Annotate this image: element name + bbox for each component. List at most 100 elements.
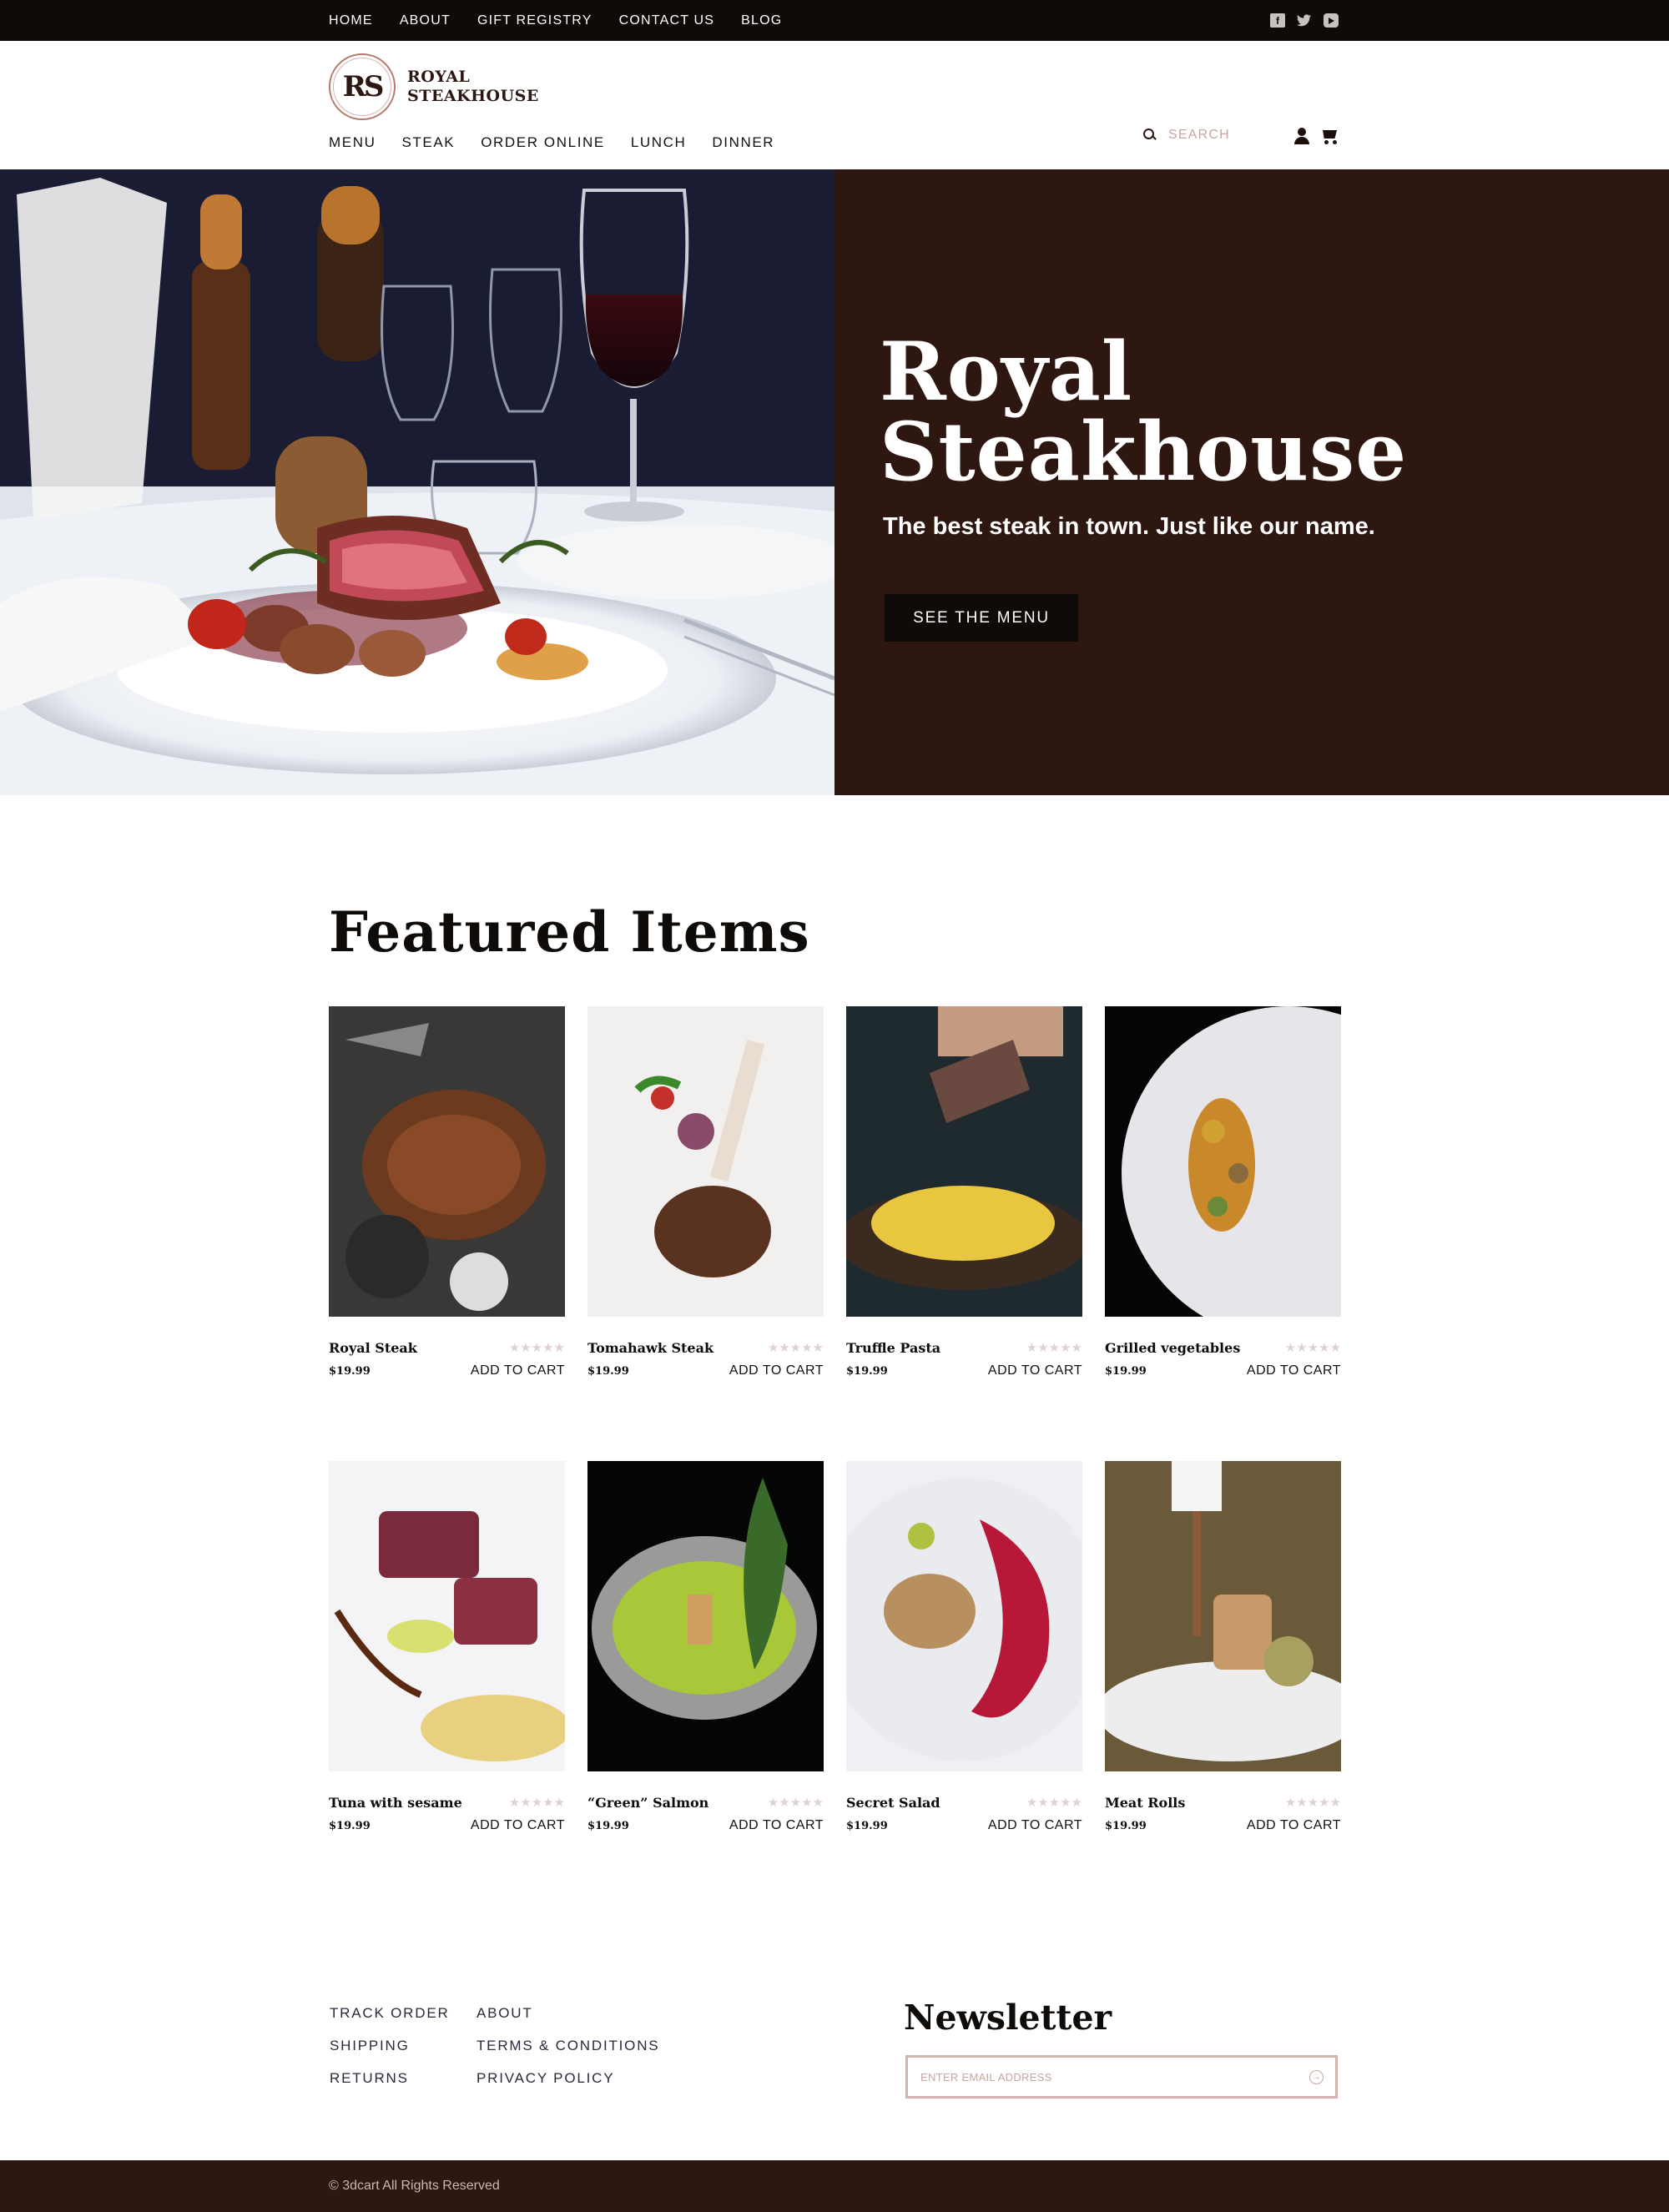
utility-link-about[interactable]: ABOUT (400, 13, 451, 28)
footer-link-privacy[interactable]: PRIVACY POLICY (476, 2070, 659, 2103)
social-links: f (1270, 0, 1339, 41)
footer-bottom-bar: © 3dcart All Rights Reserved (0, 2160, 1669, 2212)
product-name[interactable]: Grilled vegetables (1105, 1340, 1240, 1356)
utility-link-home[interactable]: HOME (329, 13, 373, 28)
hero-steak-dinner-image (0, 169, 834, 795)
utility-link-gift-registry[interactable]: GIFT REGISTRY (477, 13, 592, 28)
twitter-icon[interactable] (1297, 13, 1312, 28)
nav-item-lunch[interactable]: LUNCH (631, 134, 687, 151)
logo-line-2: STEAKHOUSE (407, 87, 539, 105)
grilled-vegetables-image[interactable] (1105, 1006, 1341, 1317)
footer-link-shipping[interactable]: SHIPPING (330, 2038, 450, 2070)
product-name[interactable]: Truffle Pasta (846, 1340, 940, 1356)
footer-links-col-1: TRACK ORDER SHIPPING RETURNS (330, 2005, 450, 2103)
product-price: $19.99 (1105, 1365, 1147, 1378)
footer-link-returns[interactable]: RETURNS (330, 2070, 450, 2103)
product-price: $19.99 (587, 1820, 629, 1832)
facebook-icon[interactable]: f (1270, 13, 1285, 28)
add-to-cart-button[interactable]: ADD TO CART (1247, 1363, 1341, 1378)
t-bone-steak-image[interactable] (329, 1006, 565, 1317)
search-box (1143, 128, 1277, 143)
product-price: $19.99 (1105, 1820, 1147, 1832)
truffle-pasta-image[interactable] (846, 1006, 1082, 1317)
hero-text-panel: Royal Steakhouse The best steak in town.… (834, 169, 1669, 795)
nav-item-dinner[interactable]: DINNER (712, 134, 774, 151)
logo-wordmark: ROYAL STEAKHOUSE (407, 68, 539, 106)
newsletter-form: → (905, 2055, 1338, 2099)
utility-link-blog[interactable]: BLOG (741, 13, 782, 28)
search-icon[interactable] (1143, 128, 1157, 142)
product-name[interactable]: Meat Rolls (1105, 1795, 1185, 1811)
account-icon[interactable] (1294, 128, 1309, 144)
hero-tagline: The best steak in town. Just like our na… (883, 513, 1375, 540)
youtube-icon[interactable] (1324, 13, 1339, 28)
main-nav: MENU STEAK ORDER ONLINE LUNCH DINNER (329, 134, 774, 151)
product-price: $19.99 (587, 1365, 629, 1378)
newsletter-heading: Newsletter (904, 1998, 1112, 2038)
add-to-cart-button[interactable]: ADD TO CART (471, 1363, 565, 1378)
add-to-cart-button[interactable]: ADD TO CART (729, 1363, 824, 1378)
product-name[interactable]: Tomahawk Steak (587, 1340, 713, 1356)
nav-item-order-online[interactable]: ORDER ONLINE (481, 134, 605, 151)
star-rating: ★★★★★ (508, 1341, 565, 1355)
footer-links-col-2: ABOUT TERMS & CONDITIONS PRIVACY POLICY (476, 2005, 659, 2103)
product-name[interactable]: Tuna with sesame (329, 1795, 462, 1811)
utility-nav: HOME ABOUT GIFT REGISTRY CONTACT US BLOG (329, 0, 782, 41)
product-name[interactable]: “Green” Salmon (587, 1795, 708, 1811)
top-utility-bar: HOME ABOUT GIFT REGISTRY CONTACT US BLOG… (0, 0, 1669, 41)
nav-item-steak[interactable]: STEAK (401, 134, 455, 151)
logo-monogram: RS (329, 53, 396, 120)
product-card[interactable]: Tuna with sesame ★★★★★ $19.99 ADD TO CART (329, 1461, 565, 1845)
product-name[interactable]: Secret Salad (846, 1795, 940, 1811)
utility-link-contact-us[interactable]: CONTACT US (619, 13, 715, 28)
site-logo[interactable]: RS ROYAL STEAKHOUSE (329, 53, 539, 120)
cart-icon[interactable] (1320, 128, 1339, 144)
footer-link-about[interactable]: ABOUT (476, 2005, 659, 2038)
product-name[interactable]: Royal Steak (329, 1340, 417, 1356)
product-card[interactable]: Secret Salad ★★★★★ $19.99 ADD TO CART (846, 1461, 1082, 1845)
product-price: $19.99 (846, 1365, 888, 1378)
footer-link-terms[interactable]: TERMS & CONDITIONS (476, 2038, 659, 2070)
hero-title: Royal Steakhouse (880, 332, 1407, 492)
meat-rolls-image[interactable] (1105, 1461, 1341, 1771)
newsletter-email-input[interactable] (920, 2070, 1309, 2084)
product-card[interactable]: Truffle Pasta ★★★★★ $19.99 ADD TO CART (846, 1006, 1082, 1390)
product-price: $19.99 (846, 1820, 888, 1832)
add-to-cart-button[interactable]: ADD TO CART (988, 1363, 1082, 1378)
site-header: RS ROYAL STEAKHOUSE MENU STEAK ORDER ONL… (0, 41, 1669, 169)
star-rating: ★★★★★ (1026, 1341, 1082, 1355)
footer-link-track-order[interactable]: TRACK ORDER (330, 2005, 450, 2038)
add-to-cart-button[interactable]: ADD TO CART (988, 1818, 1082, 1833)
product-card[interactable]: Tomahawk Steak ★★★★★ $19.99 ADD TO CART (587, 1006, 824, 1390)
search-input[interactable] (1168, 128, 1277, 143)
star-rating: ★★★★★ (508, 1796, 565, 1810)
star-rating: ★★★★★ (767, 1341, 824, 1355)
product-price: $19.99 (329, 1820, 371, 1832)
hero-section: Royal Steakhouse The best steak in town.… (0, 169, 1669, 795)
secret-salad-image[interactable] (846, 1461, 1082, 1771)
logo-monogram-text: RS (333, 58, 391, 116)
green-salmon-image[interactable] (587, 1461, 824, 1771)
featured-items-heading: Featured Items (329, 899, 810, 965)
product-card[interactable]: “Green” Salmon ★★★★★ $19.99 ADD TO CART (587, 1461, 824, 1845)
tuna-sesame-image[interactable] (329, 1461, 565, 1771)
product-card[interactable]: Royal Steak ★★★★★ $19.99 ADD TO CART (329, 1006, 565, 1390)
logo-line-1: ROYAL (407, 68, 471, 86)
add-to-cart-button[interactable]: ADD TO CART (729, 1818, 824, 1833)
nav-item-menu[interactable]: MENU (329, 134, 376, 151)
product-card[interactable]: Grilled vegetables ★★★★★ $19.99 ADD TO CART (1105, 1006, 1341, 1390)
product-card[interactable]: Meat Rolls ★★★★★ $19.99 ADD TO CART (1105, 1461, 1341, 1845)
add-to-cart-button[interactable]: ADD TO CART (471, 1818, 565, 1833)
star-rating: ★★★★★ (1284, 1796, 1341, 1810)
star-rating: ★★★★★ (1026, 1796, 1082, 1810)
tomahawk-steak-image[interactable] (587, 1006, 824, 1317)
copyright-text: © 3dcart All Rights Reserved (329, 2179, 500, 2193)
add-to-cart-button[interactable]: ADD TO CART (1247, 1818, 1341, 1833)
star-rating: ★★★★★ (1284, 1341, 1341, 1355)
arrow-right-icon[interactable]: → (1309, 2069, 1324, 2084)
star-rating: ★★★★★ (767, 1796, 824, 1810)
product-price: $19.99 (329, 1365, 371, 1378)
hero-title-line-1: Royal (880, 325, 1133, 419)
see-the-menu-button[interactable]: SEE THE MENU (885, 594, 1078, 642)
hero-title-line-2: Steakhouse (880, 405, 1408, 499)
